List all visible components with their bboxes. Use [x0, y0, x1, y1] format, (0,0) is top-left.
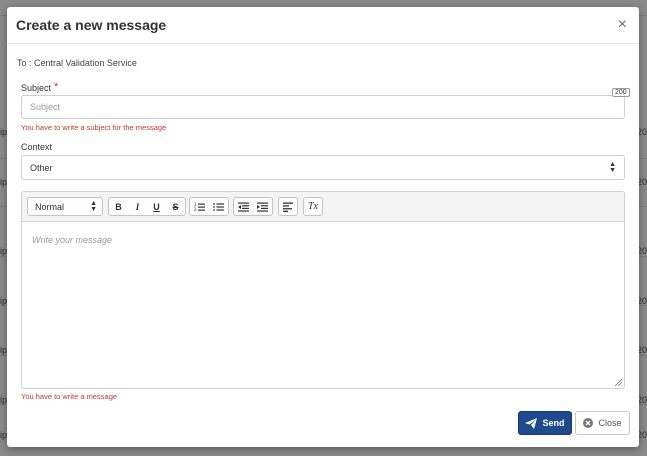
format-select[interactable]: Normal ▲ ▼ [27, 197, 103, 216]
svg-text:2: 2 [194, 207, 197, 212]
close-button-label: Close [598, 418, 622, 428]
editor-toolbar: Normal ▲ ▼ B I U S 12 Tx [22, 192, 624, 222]
clear-format-button[interactable]: Tx [304, 198, 322, 215]
italic-button[interactable]: I [128, 198, 147, 215]
paper-plane-icon [525, 417, 538, 429]
dialog-title: Create a new message [16, 17, 167, 33]
message-error: You have to write a message [21, 392, 118, 401]
message-editor: Normal ▲ ▼ B I U S 12 Tx Write your mess… [21, 191, 625, 389]
bg-text-fragment: ip [0, 430, 8, 440]
subject-label-text: Subject [21, 83, 52, 93]
message-body-placeholder[interactable]: Write your message [32, 235, 112, 245]
subject-input[interactable]: Subject [21, 95, 625, 119]
bg-text-fragment: ip [0, 127, 8, 137]
context-selected-value: Other [30, 162, 53, 173]
align-left-icon [283, 202, 293, 212]
outdent-icon [238, 202, 249, 212]
format-select-value: Normal [35, 201, 65, 212]
strikethrough-button[interactable]: S [166, 198, 185, 215]
dialog-header: Create a new message × [7, 7, 639, 44]
outdent-button[interactable] [234, 198, 253, 215]
list-group: 12 [189, 197, 229, 216]
clear-format-group: Tx [303, 197, 323, 216]
new-message-dialog: Create a new message × To : Central Vali… [7, 7, 639, 447]
subject-error: You have to write a subject for the mess… [21, 123, 167, 132]
bg-text-fragment: ip [0, 296, 8, 306]
subject-max-length-badge: 200 [612, 88, 630, 97]
text-style-group: B I U S [108, 197, 186, 216]
subject-placeholder: Subject [30, 102, 61, 112]
indent-button[interactable] [253, 198, 272, 215]
context-label: Context [21, 142, 53, 152]
align-button[interactable] [279, 198, 297, 215]
resize-handle-icon[interactable] [614, 378, 622, 386]
select-caret-icon: ▲ ▼ [609, 160, 616, 174]
bg-text-fragment: ip [0, 246, 8, 256]
bg-text-fragment: ip [0, 177, 8, 187]
context-select[interactable]: Other ▲ ▼ [21, 155, 625, 180]
bg-text-fragment: ip [0, 395, 8, 405]
send-button-label: Send [542, 418, 565, 428]
underline-button[interactable]: U [147, 198, 166, 215]
subject-label: Subject * [21, 81, 59, 94]
ordered-list-icon: 12 [194, 202, 205, 212]
required-marker: * [54, 81, 59, 93]
chevron-updown-icon: ▲ ▼ [90, 199, 97, 213]
times-circle-icon [583, 418, 594, 428]
bullet-list-icon [213, 202, 224, 211]
indent-group [233, 197, 273, 216]
indent-icon [257, 202, 268, 212]
bold-button[interactable]: B [109, 198, 128, 215]
ordered-list-button[interactable]: 12 [190, 198, 209, 215]
bullet-list-button[interactable] [209, 198, 228, 215]
close-button[interactable]: Close [575, 411, 630, 435]
send-button[interactable]: Send [518, 411, 572, 435]
close-icon[interactable]: × [618, 17, 627, 33]
recipient-line: To : Central Validation Service [17, 58, 137, 68]
bg-text-fragment: ip [0, 345, 8, 355]
align-group [278, 197, 298, 216]
